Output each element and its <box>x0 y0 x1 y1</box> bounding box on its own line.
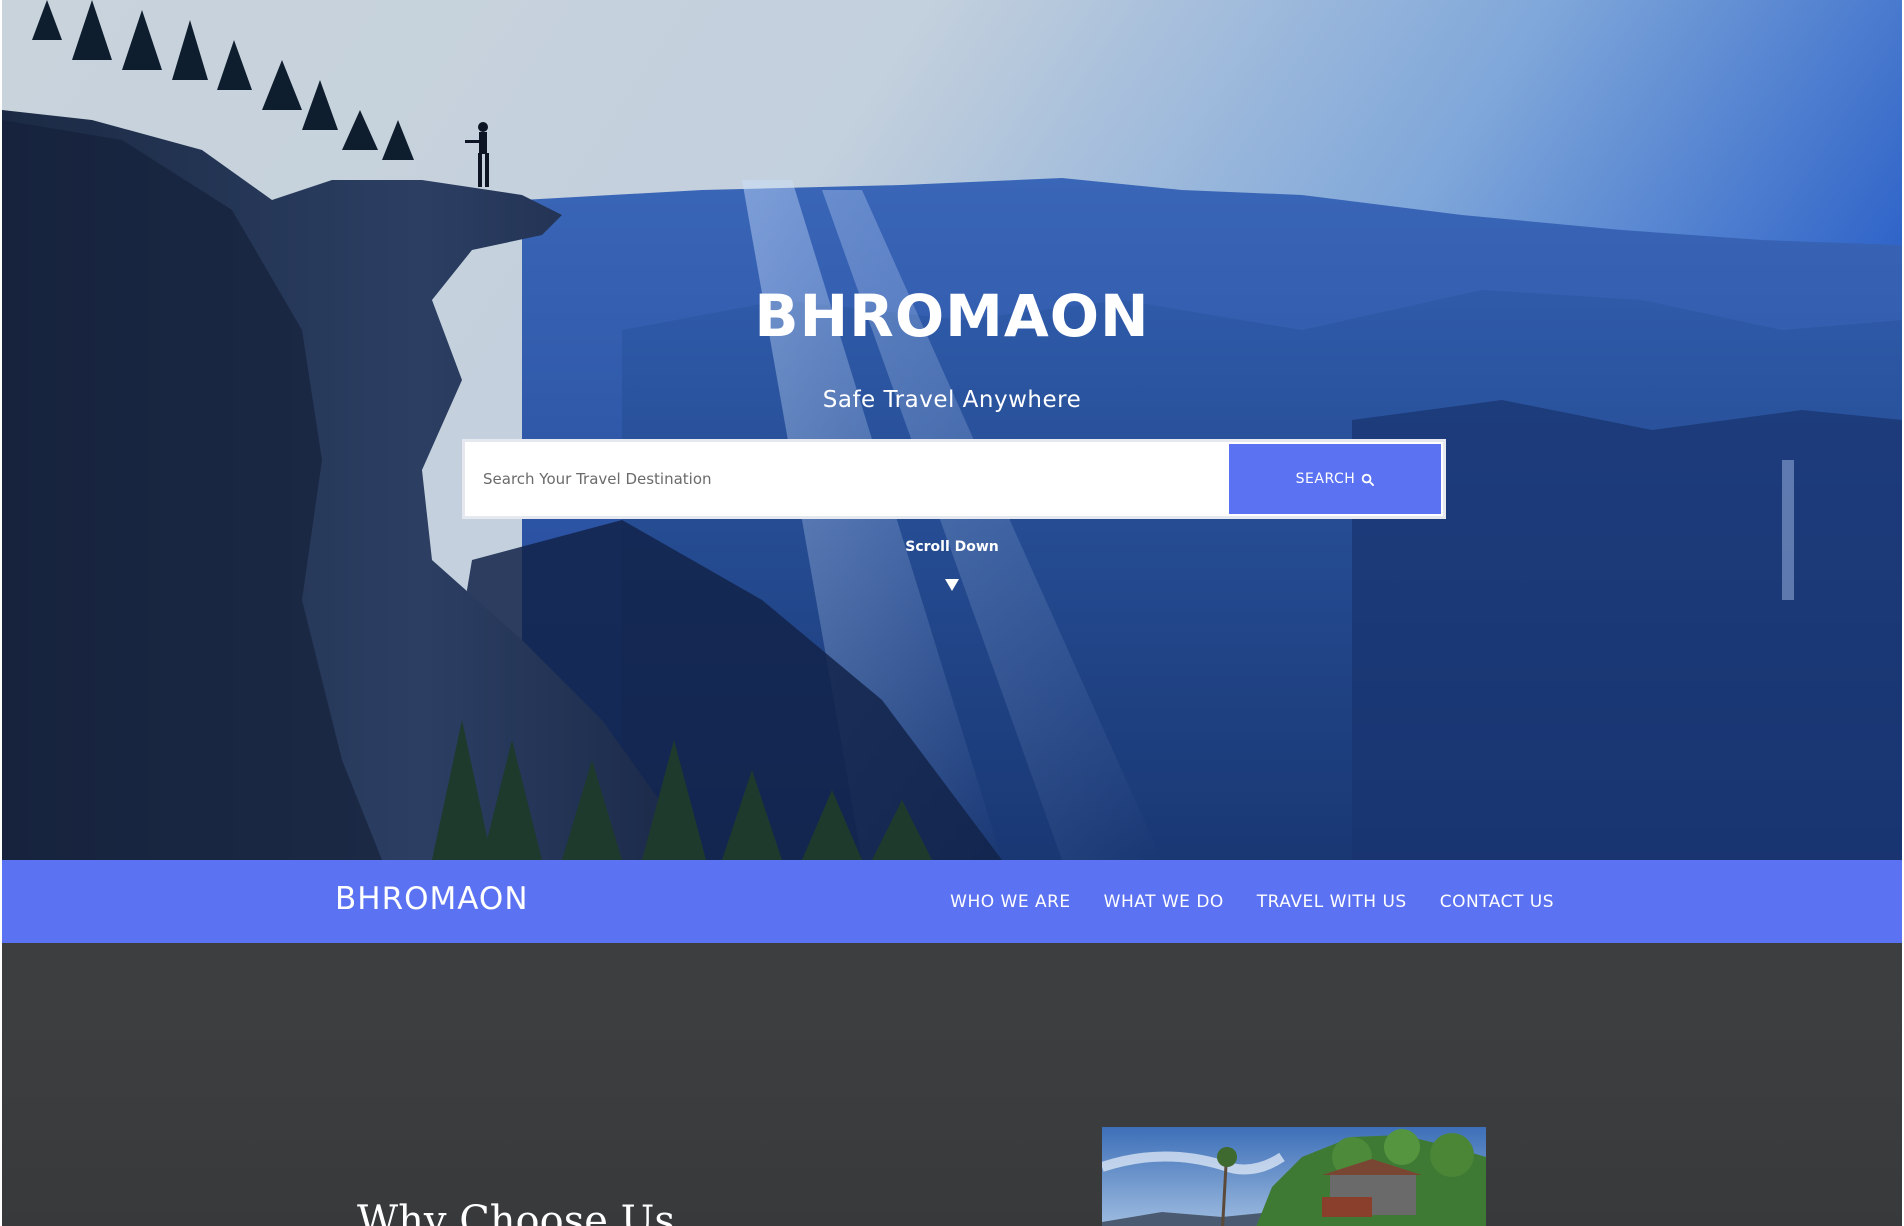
nav-logo[interactable]: BHROMAON <box>335 881 529 917</box>
nav-links: WHO WE ARE WHAT WE DO TRAVEL WITH US CON… <box>950 860 1554 943</box>
search-button[interactable]: SEARCH <box>1229 444 1441 514</box>
hero-subtitle: Safe Travel Anywhere <box>822 387 1082 413</box>
section-title: Why Choose Us <box>357 1198 675 1226</box>
hero-background-image <box>2 0 1902 860</box>
navbar: BHROMAON WHO WE ARE WHAT WE DO TRAVEL WI… <box>2 860 1902 943</box>
cabin-image <box>1102 1127 1486 1226</box>
nav-link-who-we-are[interactable]: WHO WE ARE <box>950 892 1071 912</box>
search-input[interactable] <box>465 442 1233 516</box>
nav-link-contact-us[interactable]: CONTACT US <box>1440 892 1554 912</box>
hero-title: BHROMAON <box>754 282 1150 350</box>
left-edge-border <box>0 0 2 1226</box>
nav-link-what-we-do[interactable]: WHAT WE DO <box>1104 892 1224 912</box>
why-choose-us-section: Why Choose Us <box>2 943 1902 1226</box>
page: BHROMAON Safe Travel Anywhere SEARCH Scr… <box>0 0 1904 1226</box>
hero-section: BHROMAON Safe Travel Anywhere SEARCH Scr… <box>2 0 1902 860</box>
scroll-down-label[interactable]: Scroll Down <box>2 539 1902 555</box>
cabin-photo <box>1102 1127 1486 1226</box>
nav-link-travel-with-us[interactable]: TRAVEL WITH US <box>1257 892 1407 912</box>
triangle-down-icon[interactable] <box>945 578 959 592</box>
search-button-label: SEARCH <box>1295 471 1356 487</box>
search-icon <box>1362 473 1375 486</box>
search-bar: SEARCH <box>462 439 1446 519</box>
